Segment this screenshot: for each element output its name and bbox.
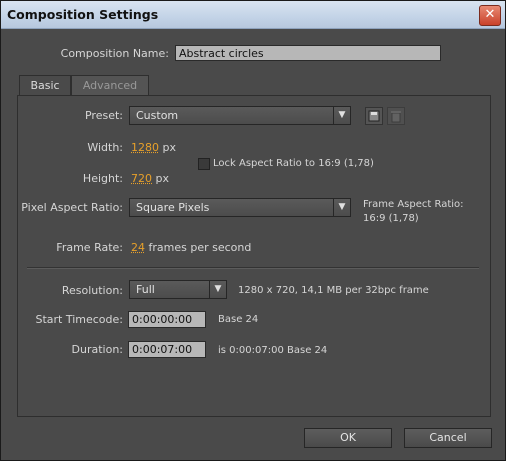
chevron-down-icon: ▼	[333, 107, 350, 124]
title-bar[interactable]: Composition Settings ✕	[1, 1, 505, 29]
start-timecode-field[interactable]: 0:00:00:00	[128, 311, 206, 328]
width-field[interactable]: 1280 px	[131, 141, 176, 154]
height-label: Height:	[82, 172, 123, 185]
width-value[interactable]: 1280	[131, 141, 159, 154]
separator	[27, 267, 479, 269]
width-unit: px	[162, 141, 177, 154]
dialog-title: Composition Settings	[7, 7, 159, 22]
chevron-down-icon: ▼	[333, 199, 350, 216]
composition-settings-dialog: Composition Settings ✕ Composition Name:…	[0, 0, 506, 461]
chevron-down-icon: ▼	[209, 281, 226, 298]
duration-label: Duration:	[71, 343, 123, 356]
pixel-aspect-value: Square Pixels	[136, 201, 210, 214]
pixel-aspect-label: Pixel Aspect Ratio:	[21, 201, 123, 214]
frame-aspect-label: Frame Aspect Ratio:	[363, 199, 464, 210]
start-timecode-info: Base 24	[218, 314, 259, 325]
frame-rate-label: Frame Rate:	[56, 241, 123, 254]
frame-rate-unit: frames per second	[148, 241, 252, 254]
height-field[interactable]: 720 px	[131, 172, 169, 185]
delete-preset-icon[interactable]	[387, 107, 405, 125]
duration-info: is 0:00:07:00 Base 24	[218, 345, 328, 356]
frame-rate-field[interactable]: 24 frames per second	[131, 241, 251, 254]
pixel-aspect-dropdown[interactable]: Square Pixels ▼	[129, 198, 351, 217]
height-unit: px	[155, 172, 170, 185]
cancel-button[interactable]: Cancel	[404, 428, 492, 448]
lock-aspect-label[interactable]: Lock Aspect Ratio to 16:9 (1,78)	[213, 158, 374, 169]
frame-aspect-value: 16:9 (1,78)	[363, 213, 419, 224]
preset-label: Preset:	[84, 109, 123, 122]
frame-rate-value[interactable]: 24	[131, 241, 145, 254]
resolution-label: Resolution:	[61, 284, 123, 297]
resolution-dropdown[interactable]: Full ▼	[129, 280, 227, 299]
preset-value: Custom	[136, 109, 179, 122]
resolution-value: Full	[136, 283, 155, 296]
height-value[interactable]: 720	[131, 172, 152, 185]
tab-advanced[interactable]: Advanced	[71, 75, 149, 96]
composition-name-field[interactable]: Abstract circles	[175, 45, 441, 61]
duration-field[interactable]: 0:00:07:00	[128, 341, 206, 358]
width-label: Width:	[87, 141, 123, 154]
resolution-info: 1280 x 720, 14,1 MB per 32bpc frame	[238, 285, 429, 296]
lock-aspect-checkbox[interactable]	[198, 158, 210, 170]
preset-dropdown[interactable]: Custom ▼	[129, 106, 351, 125]
tab-basic[interactable]: Basic	[19, 75, 71, 96]
ok-button[interactable]: OK	[304, 428, 392, 448]
close-button[interactable]: ✕	[479, 5, 501, 26]
start-timecode-label: Start Timecode:	[35, 313, 123, 326]
save-preset-icon[interactable]	[365, 107, 383, 125]
close-icon: ✕	[484, 7, 496, 22]
composition-name-label: Composition Name:	[60, 47, 169, 60]
